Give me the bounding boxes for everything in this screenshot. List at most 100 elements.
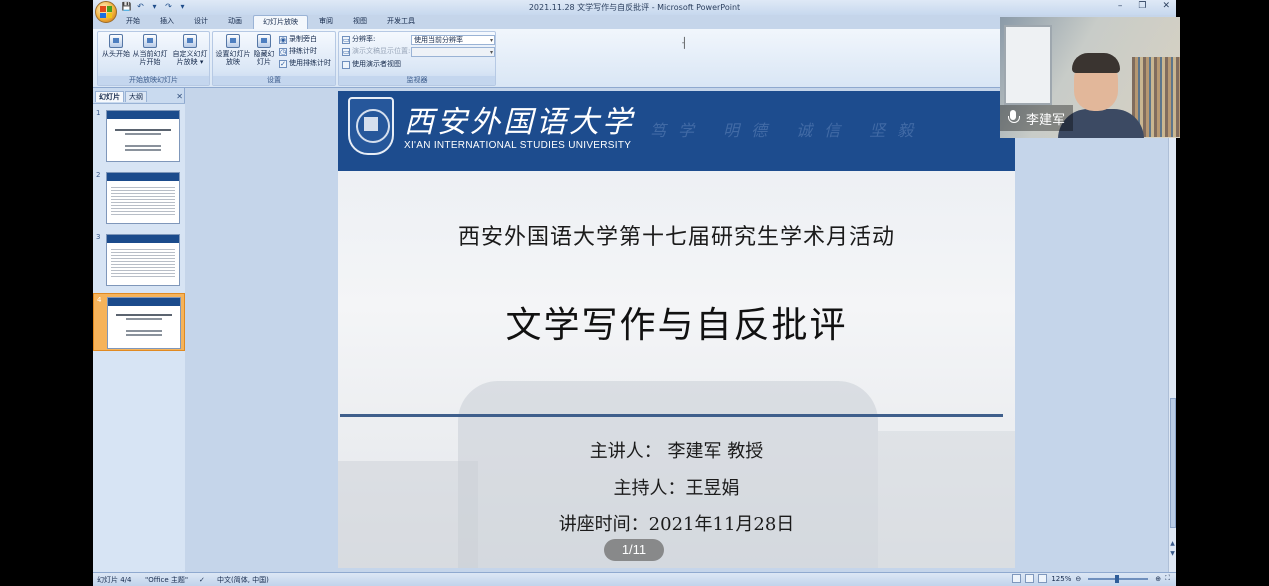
presenter-view-checkbox[interactable]: 使用演示者视图 [342, 60, 401, 69]
slide-count: 幻灯片 4/4 [97, 576, 132, 584]
customize-qat-icon[interactable]: ▾ [177, 2, 188, 12]
group-start-slide-show: 从头开始 从当前幻灯片开始 自定义幻灯片放映 ▾ 开始放映幻灯片 [97, 31, 210, 86]
mouse-cursor-icon: ⸡ [680, 35, 687, 49]
minimize-button[interactable]: – [1118, 1, 1123, 11]
undo-icon[interactable]: ↶ [135, 2, 146, 12]
tab-design[interactable]: 设计 [185, 15, 217, 29]
redo-icon[interactable]: ↷ [163, 2, 174, 12]
custom-slide-show-button[interactable]: 自定义幻灯片放映 ▾ [170, 34, 210, 66]
chevron-down-icon: ▾ [489, 37, 493, 44]
previous-slide-icon[interactable]: ▲ [1169, 540, 1176, 548]
window-controls: – ❐ ✕ [1118, 1, 1170, 11]
save-icon[interactable]: 💾 [121, 2, 132, 12]
scroll-thumb[interactable] [1170, 398, 1176, 528]
tab-review[interactable]: 审阅 [310, 15, 342, 29]
tab-slides[interactable]: 幻灯片 [95, 90, 124, 102]
tab-insert[interactable]: 插入 [151, 15, 183, 29]
thumbnail-image [107, 297, 181, 349]
group-monitors: ▭ 分辨率: 使用当前分辨率 ▾ ▭ 演示文稿显示位置: ▾ 使用演示者视图 监… [338, 31, 496, 86]
checkbox-checked-icon: ✓ [279, 59, 287, 68]
quick-access-toolbar: 💾 ↶ ▾ ↷ ▾ [121, 2, 188, 12]
use-timings-checkbox[interactable]: ✓ 使用排练计时 [279, 59, 331, 68]
tab-animations[interactable]: 动画 [219, 15, 251, 29]
tab-developer[interactable]: 开发工具 [378, 15, 424, 29]
webcam-video: 李建军 [1000, 17, 1180, 138]
play-from-start-icon [109, 34, 123, 48]
participant-name: 李建军 [1026, 112, 1066, 128]
play-from-current-icon [143, 34, 157, 48]
zoom-level[interactable]: 125% [1051, 575, 1071, 583]
hide-slide-button[interactable]: 隐藏幻灯片 [251, 34, 277, 66]
university-motto: 笃学 明德 诚信 坚毅 [650, 121, 926, 140]
record-narration-button[interactable]: ◉ 录制旁白 [279, 35, 317, 44]
vertical-scrollbar[interactable]: ▲ ▼ [1168, 88, 1176, 572]
slide-thumbnail[interactable]: 3 [93, 231, 185, 289]
thumbnail-image [106, 234, 180, 286]
university-name-cn: 西安外国语大学 [404, 105, 635, 140]
host-line: 主持人：王昱娟 [613, 478, 740, 499]
slide-header-banner: 西安外国语大学 XI'AN INTERNATIONAL STUDIES UNIV… [338, 91, 1015, 171]
chevron-down-icon: ▾ [489, 49, 493, 56]
fit-to-window-icon[interactable]: ⛶ [1165, 574, 1170, 583]
slide-show-view-icon[interactable] [1038, 574, 1048, 583]
title-bar: 2021.11.28 文学写作与自反批评 - Microsoft PowerPo… [93, 0, 1176, 15]
time-line: 讲座时间：2021年11月28日 [558, 514, 795, 535]
restore-button[interactable]: ❐ [1138, 1, 1146, 11]
zoom-slider[interactable] [1088, 574, 1149, 583]
resolution-dropdown[interactable]: 使用当前分辨率 ▾ [411, 35, 495, 45]
from-current-slide-button[interactable]: 从当前幻灯片开始 [132, 34, 168, 66]
hide-slide-icon [257, 34, 271, 48]
zoom-out-icon[interactable]: ⊖ [1075, 575, 1081, 583]
speaker-hair [1072, 53, 1120, 73]
window-background [1004, 25, 1052, 105]
tab-home[interactable]: 开始 [117, 15, 149, 29]
zoom-slider-knob[interactable] [1115, 574, 1120, 583]
next-slide-icon[interactable]: ▼ [1169, 550, 1176, 558]
undo-dropdown-icon[interactable]: ▾ [149, 2, 160, 12]
thumbnail-list: 1 2 3 4 [93, 103, 185, 573]
resolution-label: ▭ 分辨率: [342, 35, 376, 44]
slide-thumbnail[interactable]: 1 [93, 107, 185, 165]
office-button[interactable] [95, 1, 117, 23]
spellcheck-icon[interactable]: ✓ [199, 575, 205, 585]
slide-sorter-view-icon[interactable] [1025, 574, 1035, 583]
theme-name: "Office 主题" [145, 576, 189, 584]
group-label: 设置 [213, 76, 335, 85]
ribbon-tabs: 开始 插入 设计 动画 幻灯片放映 审阅 视图 开发工具 [117, 15, 424, 29]
microphone-icon: ◉ [279, 35, 287, 44]
lecture-title: 文学写作与自反批评 [505, 305, 848, 346]
university-seal-icon [348, 97, 394, 155]
language[interactable]: 中文(简体, 中国) [217, 575, 269, 585]
monitor-icon: ▭ [342, 47, 350, 56]
show-on-label: ▭ 演示文稿显示位置: [342, 47, 411, 56]
checkbox-icon [342, 60, 350, 69]
pane-tabs: 幻灯片 大纲 ✕ [95, 90, 183, 102]
speaker-line: 主讲人： 李建军 教授 [589, 441, 764, 462]
close-icon[interactable]: ✕ [176, 92, 183, 101]
current-slide[interactable]: 西安外国语大学 XI'AN INTERNATIONAL STUDIES UNIV… [338, 91, 1015, 568]
show-on-dropdown: ▾ [411, 47, 495, 57]
participant-name-bar: 李建军 [1000, 105, 1074, 131]
slide-thumbnail[interactable]: 2 [93, 169, 185, 227]
slide-thumbnail-selected[interactable]: 4 [93, 293, 185, 351]
rehearse-timings-button[interactable]: ◷ 排练计时 [279, 47, 317, 56]
setup-slide-show-button[interactable]: 设置幻灯片放映 [215, 34, 251, 66]
page-indicator: 1/11 [604, 539, 664, 561]
university-name-en: XI'AN INTERNATIONAL STUDIES UNIVERSITY [404, 140, 632, 151]
group-label: 开始放映幻灯片 [98, 76, 209, 85]
tab-outline[interactable]: 大纲 [125, 90, 147, 102]
slides-pane: 幻灯片 大纲 ✕ 1 2 3 4 [93, 88, 185, 573]
setup-show-icon [226, 34, 240, 48]
close-button[interactable]: ✕ [1162, 1, 1170, 11]
event-title: 西安外国语大学第十七届研究生学术月活动 [457, 225, 895, 250]
from-beginning-button[interactable]: 从头开始 [100, 34, 132, 58]
normal-view-icon[interactable] [1012, 574, 1022, 583]
tab-view[interactable]: 视图 [344, 15, 376, 29]
zoom-in-icon[interactable]: ⊕ [1155, 575, 1161, 583]
custom-show-icon [183, 34, 197, 48]
group-label: 监视器 [339, 76, 495, 85]
thumbnail-image [106, 172, 180, 224]
resolution-icon: ▭ [342, 35, 350, 44]
stopwatch-icon: ◷ [279, 47, 287, 56]
tab-slide-show[interactable]: 幻灯片放映 [253, 15, 308, 29]
